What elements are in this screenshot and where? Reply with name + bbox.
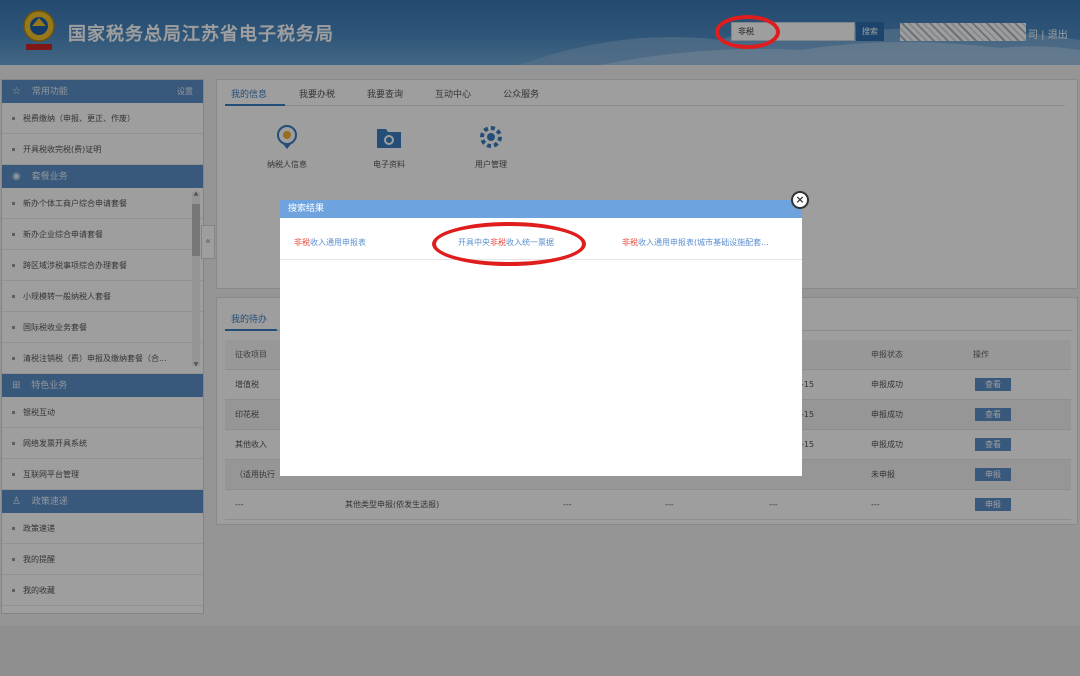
dialog-title: 搜索结果: [280, 200, 802, 218]
annotation-ellipse-search: [715, 15, 780, 49]
annotation-ellipse-result: [432, 222, 586, 266]
search-result-link[interactable]: 非税收入通用申报表: [294, 224, 434, 262]
search-result-link[interactable]: 非税收入通用申报表(城市基础设施配套...: [622, 224, 792, 262]
close-icon[interactable]: ×: [791, 191, 809, 209]
